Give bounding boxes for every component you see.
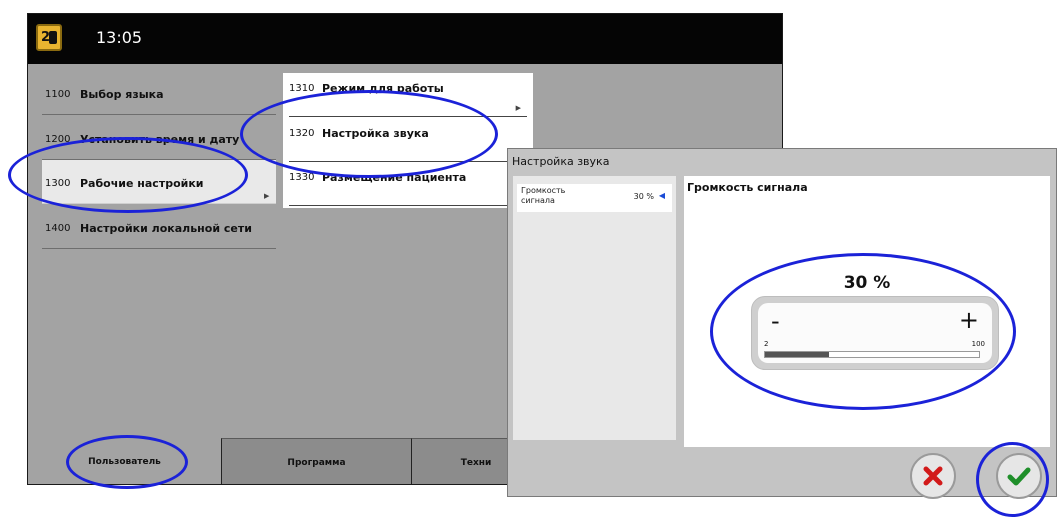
volume-percent: 30 % [843,273,891,293]
chevron-right-icon: ▶ [264,192,270,200]
submenu-item-1320[interactable]: 1320 Настройка звука [289,118,527,162]
parameter-detail: Громкость сигнала 30 % - + 2 100 [684,176,1050,447]
divider [289,116,527,117]
volume-slider-fill [765,352,830,357]
tab-user[interactable]: Пользователь [28,438,221,484]
clock: 13:05 [96,28,143,47]
submenu-item-1330[interactable]: 1330 Размещение пациента [289,162,527,206]
submenu-item-label: Режим для работы [322,82,444,95]
volume-slider[interactable] [764,351,980,358]
chevron-right-icon: ▶ [515,104,521,112]
menu-item-1400[interactable]: 1400 Настройки локальной сети [42,205,276,249]
volume-max-label: 100 [971,340,985,348]
tab-label: Пользователь [88,457,161,467]
menu-item-label: Настройки локальной сети [80,222,252,235]
volume-control: - + 2 100 [751,296,999,370]
submenu-item-label: Настройка звука [322,127,429,140]
menu-item-1200[interactable]: 1200 Установить время и дату [42,116,276,160]
menu-item-code: 1200 [45,134,71,145]
menu-item-label: Установить время и дату [80,133,240,146]
submenu-panel: 1310 Режим для работы ▶ 1320 Настройка з… [283,73,533,208]
submenu-item-code: 1310 [289,83,315,94]
menu-item-1100[interactable]: 1100 Выбор языка [42,71,276,115]
submenu-item-code: 1330 [289,172,315,183]
sound-settings-dialog: Настройка звука Громкость сигнала 30 % ◀… [507,148,1057,499]
menu-item-label: Рабочие настройки [80,177,204,190]
menu-item-1300[interactable]: 1300 Рабочие настройки ▶ [42,160,276,204]
volume-control-inner: - + 2 100 [758,303,992,363]
parameter-list: Громкость сигнала 30 % ◀ [513,176,676,440]
volume-minus-button[interactable]: - [771,309,780,333]
device-logo-icon: 2 [36,24,62,51]
divider [289,205,527,206]
submenu-item-label: Размещение пациента [322,171,467,184]
parameter-value: 30 % [633,192,654,201]
parameter-signal-volume[interactable]: Громкость сигнала 30 % ◀ [517,184,672,212]
menu-item-code: 1100 [45,89,71,100]
top-bar: 2 13:05 [28,14,782,64]
menu-item-label: Выбор языка [80,88,164,101]
detail-heading: Громкость сигнала [687,181,808,194]
volume-min-label: 2 [764,340,769,348]
speaker-icon: ◀ [658,191,665,200]
cancel-button[interactable] [910,453,956,499]
parameter-label: Громкость сигнала [521,186,566,205]
submenu-item-1310[interactable]: 1310 Режим для работы ▶ [289,73,527,117]
dialog-title: Настройка звука [512,155,610,168]
volume-plus-button[interactable]: + [959,308,979,332]
submenu-item-code: 1320 [289,128,315,139]
menu-item-code: 1300 [45,178,71,189]
menu-item-code: 1400 [45,223,71,234]
confirm-button[interactable] [996,453,1042,499]
checkmark-icon [1007,467,1031,486]
close-icon [923,466,943,486]
